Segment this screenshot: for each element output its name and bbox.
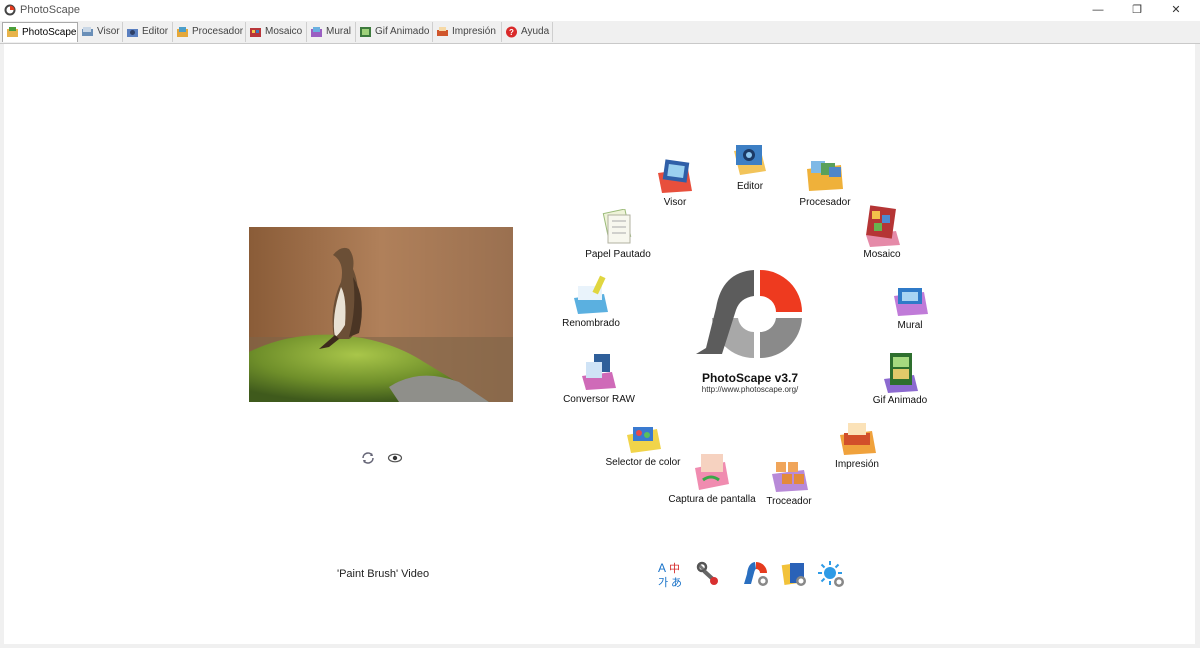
tab-gif-animado[interactable]: Gif Animado: [356, 22, 433, 42]
tool-renombrado[interactable]: Renombrado: [541, 274, 641, 329]
restore-button[interactable]: ❐: [1115, 0, 1159, 20]
tool-selector-de-color[interactable]: Selector de color: [593, 417, 693, 468]
svg-text:中: 中: [669, 562, 680, 575]
tab-label: Visor: [97, 26, 120, 37]
tab-photoscape[interactable]: PhotoScape: [2, 22, 78, 42]
svg-text:あ: あ: [671, 576, 682, 588]
preview-photo: [249, 227, 513, 402]
tool-label: Visor: [663, 197, 687, 208]
raw-converter-icon: [582, 354, 616, 390]
svg-text:A: A: [658, 561, 666, 575]
tool-label: Captura de pantalla: [668, 494, 756, 505]
mosaic-icon: [866, 205, 900, 247]
editor-icon: [734, 145, 766, 175]
color-picker-icon: [627, 427, 661, 453]
refresh-icon[interactable]: [360, 452, 376, 464]
editor-tab-icon: [127, 29, 138, 37]
page-icon: [602, 209, 632, 244]
tab-bar: PhotoScape Visor Editor Procesador Mosai…: [0, 21, 1200, 44]
slideshow-icon[interactable]: [780, 560, 808, 588]
photoscape-app-icon: [4, 4, 16, 16]
tab-label: Editor: [142, 26, 169, 37]
processor-tab-icon: [177, 27, 188, 37]
screen-capture-icon: [695, 454, 729, 490]
tool-mosaico[interactable]: Mosaico: [832, 205, 932, 260]
mural-icon: [894, 288, 928, 316]
tab-label: Impresión: [452, 26, 496, 37]
svg-text:가: 가: [658, 576, 668, 588]
tool-label: Gif Animado: [872, 395, 928, 406]
website-url[interactable]: http://www.photoscape.org/: [670, 385, 830, 394]
brightness-icon[interactable]: [817, 560, 845, 588]
mural-tab-icon: [311, 27, 322, 37]
tool-label: Renombrado: [562, 318, 620, 329]
tab-mural[interactable]: Mural: [307, 22, 356, 42]
tab-ayuda[interactable]: ? Ayuda: [502, 22, 553, 42]
paint-brush-video-link[interactable]: 'Paint Brush' Video: [337, 568, 429, 580]
help-icon: ?: [506, 26, 517, 38]
tool-label: Papel Pautado: [585, 249, 651, 260]
print-icon: [840, 423, 876, 455]
viewer-tab-icon: [82, 27, 93, 36]
processor-icon: [807, 161, 843, 191]
version-label: PhotoScape v3.7: [701, 371, 799, 385]
tool-conversor-raw[interactable]: Conversor RAW: [549, 352, 649, 405]
tool-gif-animado[interactable]: Gif Animado: [850, 351, 950, 406]
tab-label: Mosaico: [265, 26, 303, 37]
tab-label: PhotoScape: [22, 27, 77, 38]
tab-impresion[interactable]: Impresión: [433, 22, 502, 42]
photoscape-tab-icon: [7, 27, 18, 37]
tool-label: Mosaico: [863, 249, 901, 260]
tab-procesador[interactable]: Procesador: [173, 22, 246, 42]
tab-label: Ayuda: [521, 26, 550, 37]
photoscape-logo: [696, 270, 802, 359]
gif-icon: [884, 353, 918, 393]
tool-label: Selector de color: [605, 457, 681, 468]
title-bar: PhotoScape — ❐ ✕: [0, 0, 1200, 21]
svg-text:?: ?: [509, 28, 514, 37]
tools-icon[interactable]: [694, 560, 722, 588]
tool-label: Conversor RAW: [563, 394, 635, 405]
viewer-icon: [658, 159, 692, 193]
close-button[interactable]: ✕: [1154, 0, 1198, 20]
tab-visor[interactable]: Visor: [78, 22, 123, 42]
splitter-icon: [772, 462, 808, 492]
gif-tab-icon: [360, 27, 371, 37]
tab-label: Mural: [326, 26, 352, 37]
rename-icon: [574, 275, 608, 314]
language-icon[interactable]: A 中 가 あ: [657, 560, 685, 588]
tool-procesador[interactable]: Procesador: [775, 157, 875, 208]
tool-papel-pautado[interactable]: Papel Pautado: [568, 209, 668, 260]
tool-label: Mural: [897, 320, 923, 331]
tab-label: Procesador: [192, 26, 244, 37]
home-panel: [4, 44, 1195, 644]
print-tab-icon: [437, 27, 448, 36]
tab-label: Gif Animado: [375, 26, 430, 37]
eye-icon[interactable]: [387, 452, 403, 464]
tool-mural[interactable]: Mural: [860, 282, 960, 331]
tab-editor[interactable]: Editor: [123, 22, 173, 42]
tab-mosaico[interactable]: Mosaico: [246, 22, 307, 42]
mosaic-tab-icon: [250, 28, 261, 37]
minimize-button[interactable]: —: [1076, 0, 1120, 20]
window-title: PhotoScape: [20, 4, 80, 16]
tool-visor[interactable]: Visor: [625, 157, 725, 208]
photoscape-x-icon[interactable]: [742, 560, 770, 588]
